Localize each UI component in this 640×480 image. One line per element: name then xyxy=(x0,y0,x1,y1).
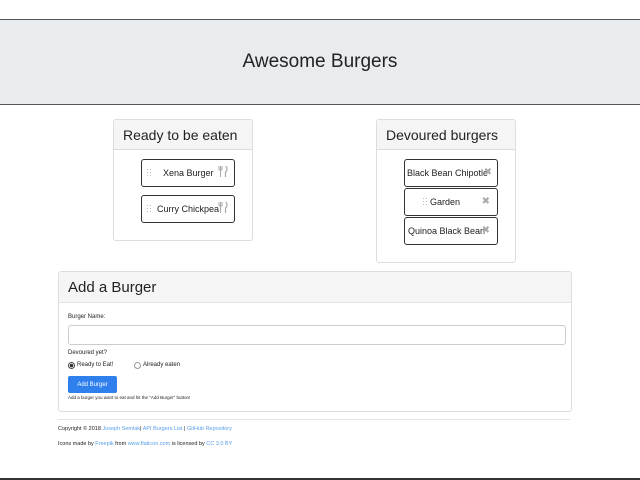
devoured-item-quinoa-black-bean[interactable]: Quinoa Black Bean ✖ xyxy=(404,217,498,245)
api-link[interactable]: API Burgers List xyxy=(143,426,183,432)
form-help-text: Add a burger you want to eat and hit the… xyxy=(68,395,191,400)
burger-name: Xena Burger xyxy=(163,168,214,178)
x-icon[interactable]: ✖ xyxy=(484,167,492,178)
burger-name: Black Bean Chipotle xyxy=(407,168,489,178)
ready-panel-title: Ready to be eaten xyxy=(114,120,252,150)
devoured-panel-title: Devoured burgers xyxy=(377,120,515,150)
add-burger-title: Add a Burger xyxy=(59,272,571,303)
footer-copyright: Copyright © 2018 Joseph Semlak| API Burg… xyxy=(58,426,232,432)
devoured-item-black-bean-chipotle[interactable]: Black Bean Chipotle ✖ xyxy=(404,159,498,187)
freepik-link[interactable]: Freepik xyxy=(95,441,113,447)
burger-name: Garden xyxy=(430,197,461,207)
license-link[interactable]: CC 3.0 BY xyxy=(206,441,232,447)
footer-divider xyxy=(58,419,570,420)
ready-radio-label[interactable]: Ready to Eat! xyxy=(77,362,113,368)
copyright-text: Copyright © 2018 xyxy=(58,426,103,432)
credits-text: from xyxy=(113,441,128,447)
fork-knife-icon[interactable] xyxy=(218,201,228,216)
flaticon-link[interactable]: www.flaticon.com xyxy=(128,441,171,447)
burger-name: Quinoa Black Bean xyxy=(408,226,486,236)
author-link[interactable]: Joseph Semlak xyxy=(102,426,140,432)
eaten-radio[interactable] xyxy=(134,362,141,369)
x-icon[interactable]: ✖ xyxy=(482,225,490,236)
devoured-label: Devoured yet? xyxy=(68,350,108,356)
devoured-item-garden[interactable]: Garden ✖ xyxy=(404,188,498,216)
github-link[interactable]: GitHub Repository xyxy=(187,426,232,432)
burger-name-label: Burger Name: xyxy=(68,314,106,320)
header-jumbotron: Awesome Burgers xyxy=(0,20,640,105)
ready-item-curry[interactable]: Curry Chickpea xyxy=(141,195,235,223)
ready-radio[interactable] xyxy=(68,362,75,369)
ready-item-xena[interactable]: Xena Burger xyxy=(141,159,235,187)
x-icon[interactable]: ✖ xyxy=(482,196,490,207)
burger-name: Curry Chickpea xyxy=(157,204,220,214)
burger-name-input[interactable] xyxy=(68,325,566,345)
drag-handle-icon[interactable] xyxy=(423,198,429,206)
page-title: Awesome Burgers xyxy=(242,51,398,72)
drag-handle-icon[interactable] xyxy=(147,169,153,177)
drag-handle-icon[interactable] xyxy=(147,205,153,213)
credits-text: Icons made by xyxy=(58,441,96,447)
footer-credits: Icons made by Freepik from www.flaticon.… xyxy=(58,441,232,447)
add-burger-button[interactable]: Add Burger xyxy=(68,376,117,393)
add-burger-panel: Add a Burger Burger Name: Devoured yet? … xyxy=(58,271,572,412)
eaten-radio-label[interactable]: Already eaten xyxy=(143,362,180,368)
fork-knife-icon[interactable] xyxy=(218,165,228,180)
credits-text: is licensed by xyxy=(170,441,207,447)
